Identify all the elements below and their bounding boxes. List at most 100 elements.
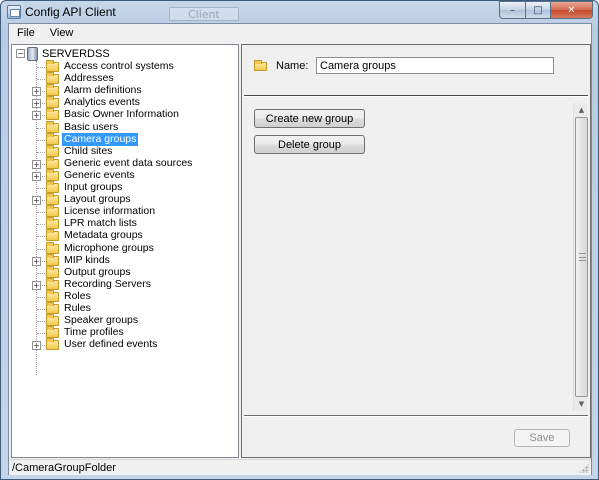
resize-grip-icon[interactable] [579, 463, 589, 473]
save-button[interactable]: Save [514, 429, 570, 447]
folder-icon [46, 265, 59, 278]
folder-icon [46, 205, 59, 218]
folder-icon [46, 168, 59, 181]
tree-connector-line [37, 212, 45, 214]
header-divider [244, 95, 588, 97]
tree-item[interactable]: + User defined events [12, 338, 238, 351]
tree-item-label: Input groups [64, 181, 123, 193]
folder-icon [254, 60, 267, 71]
title-bar[interactable]: Config API Client Client – □ ✕ [1, 1, 598, 23]
folder-icon [46, 253, 59, 266]
tree-connector-line [37, 272, 45, 274]
folder-icon [46, 193, 59, 206]
folder-icon [46, 72, 59, 85]
folder-icon [46, 277, 59, 290]
tree-item-label: Time profiles [64, 326, 124, 339]
folder-icon [46, 156, 59, 169]
folder-icon [46, 120, 59, 133]
scroll-up-icon[interactable]: ▲ [574, 103, 589, 117]
tree-connector-line [37, 236, 45, 238]
minimize-icon: – [510, 4, 515, 16]
folder-icon [46, 241, 59, 254]
tree-connector-line [37, 333, 45, 335]
tree-item-label: Layout groups [64, 193, 131, 206]
expand-icon[interactable]: + [32, 159, 41, 169]
create-new-group-button[interactable]: Create new group [254, 109, 365, 128]
tree-connector-line [37, 309, 45, 310]
folder-icon [46, 314, 59, 327]
tree-item[interactable]: Camera groups [12, 132, 238, 146]
tree-item-label: Generic events [64, 168, 135, 181]
tree-connector-line [37, 67, 45, 68]
expand-icon[interactable]: + [32, 99, 41, 109]
client-area: File View − SERVERDSS Access control sys… [8, 23, 592, 475]
status-path: /CameraGroupFolder [12, 462, 116, 474]
folder-icon [46, 338, 59, 351]
maximize-icon: □ [533, 4, 543, 16]
folder-icon [46, 181, 59, 193]
tree-connector-line [37, 188, 45, 189]
tree-item[interactable]: + Basic Owner Information [12, 108, 238, 121]
tree-connector-line [37, 127, 45, 129]
folder-icon [46, 302, 59, 314]
menu-file[interactable]: File [9, 24, 42, 42]
scroll-down-icon[interactable]: ▼ [574, 397, 589, 411]
folder-icon [46, 108, 59, 121]
tree-item-label: Metadata groups [64, 229, 143, 242]
expand-icon[interactable]: + [32, 341, 41, 351]
tree-item[interactable]: Microphone groups [12, 241, 238, 255]
menu-view[interactable]: View [42, 24, 81, 42]
footer-divider [244, 415, 588, 417]
server-icon [27, 47, 38, 61]
expand-icon[interactable]: + [32, 111, 41, 121]
expand-icon[interactable]: + [32, 196, 41, 206]
name-label: Name: [276, 60, 309, 72]
expand-icon[interactable]: + [32, 171, 41, 181]
tree-item[interactable]: + Recording Servers [12, 277, 238, 291]
tree-item-label: Camera groups [62, 132, 139, 146]
expand-icon[interactable]: + [32, 87, 41, 97]
tree-item-label: Speaker groups [64, 314, 139, 327]
menu-bar: File View [9, 24, 591, 42]
server-tree[interactable]: − SERVERDSS Access control systems Addres… [11, 44, 239, 458]
tree-item-label: Roles [64, 289, 91, 302]
tree-root-label: SERVERDSS [42, 48, 110, 60]
folder-icon [46, 326, 59, 339]
window-controls: – □ ✕ [499, 1, 593, 19]
tree-connector-line [37, 151, 45, 153]
tree-item-label: User defined events [64, 338, 158, 351]
app-window: Config API Client Client – □ ✕ File View… [0, 0, 599, 480]
tree-item-label: Microphone groups [64, 241, 154, 254]
tree-item-label: Rules [64, 302, 91, 314]
tree-connector-line [37, 248, 45, 250]
close-button[interactable]: ✕ [551, 1, 593, 19]
grip-icon [579, 253, 586, 261]
folder-icon [46, 84, 59, 97]
minimize-button[interactable]: – [499, 1, 525, 19]
maximize-button[interactable]: □ [525, 1, 551, 19]
tree-item-label: Recording Servers [64, 277, 151, 290]
vertical-scrollbar[interactable]: ▲ ▼ [573, 103, 588, 411]
tree-connector-line [37, 224, 45, 226]
tree-item-label: LPR match lists [64, 217, 137, 230]
tree-connector-line [37, 296, 45, 298]
tree-connector-line [37, 139, 45, 141]
tree-item-label: MIP kinds [64, 253, 110, 266]
folder-icon [46, 144, 59, 157]
tree-item-label: Output groups [64, 265, 131, 278]
tree-item-label: Generic event data sources [64, 156, 193, 169]
delete-group-button[interactable]: Delete group [254, 135, 365, 154]
tree-connector-line [37, 321, 45, 323]
expand-icon[interactable]: + [32, 256, 41, 266]
expand-icon[interactable]: + [32, 280, 41, 290]
group-actions-area: Create new group Delete group ▲ ▼ [244, 101, 590, 413]
scrollbar-thumb[interactable] [575, 117, 588, 397]
tree-item-label: Addresses [64, 72, 114, 85]
background-window-title: Client [169, 7, 239, 21]
window-title: Config API Client [25, 5, 116, 19]
folder-icon [46, 96, 59, 109]
collapse-icon[interactable]: − [16, 49, 25, 58]
status-bar: /CameraGroupFolder [9, 459, 591, 475]
detail-panel: Name: Create new group Delete group ▲ ▼ … [241, 44, 591, 458]
name-input[interactable] [316, 57, 554, 74]
